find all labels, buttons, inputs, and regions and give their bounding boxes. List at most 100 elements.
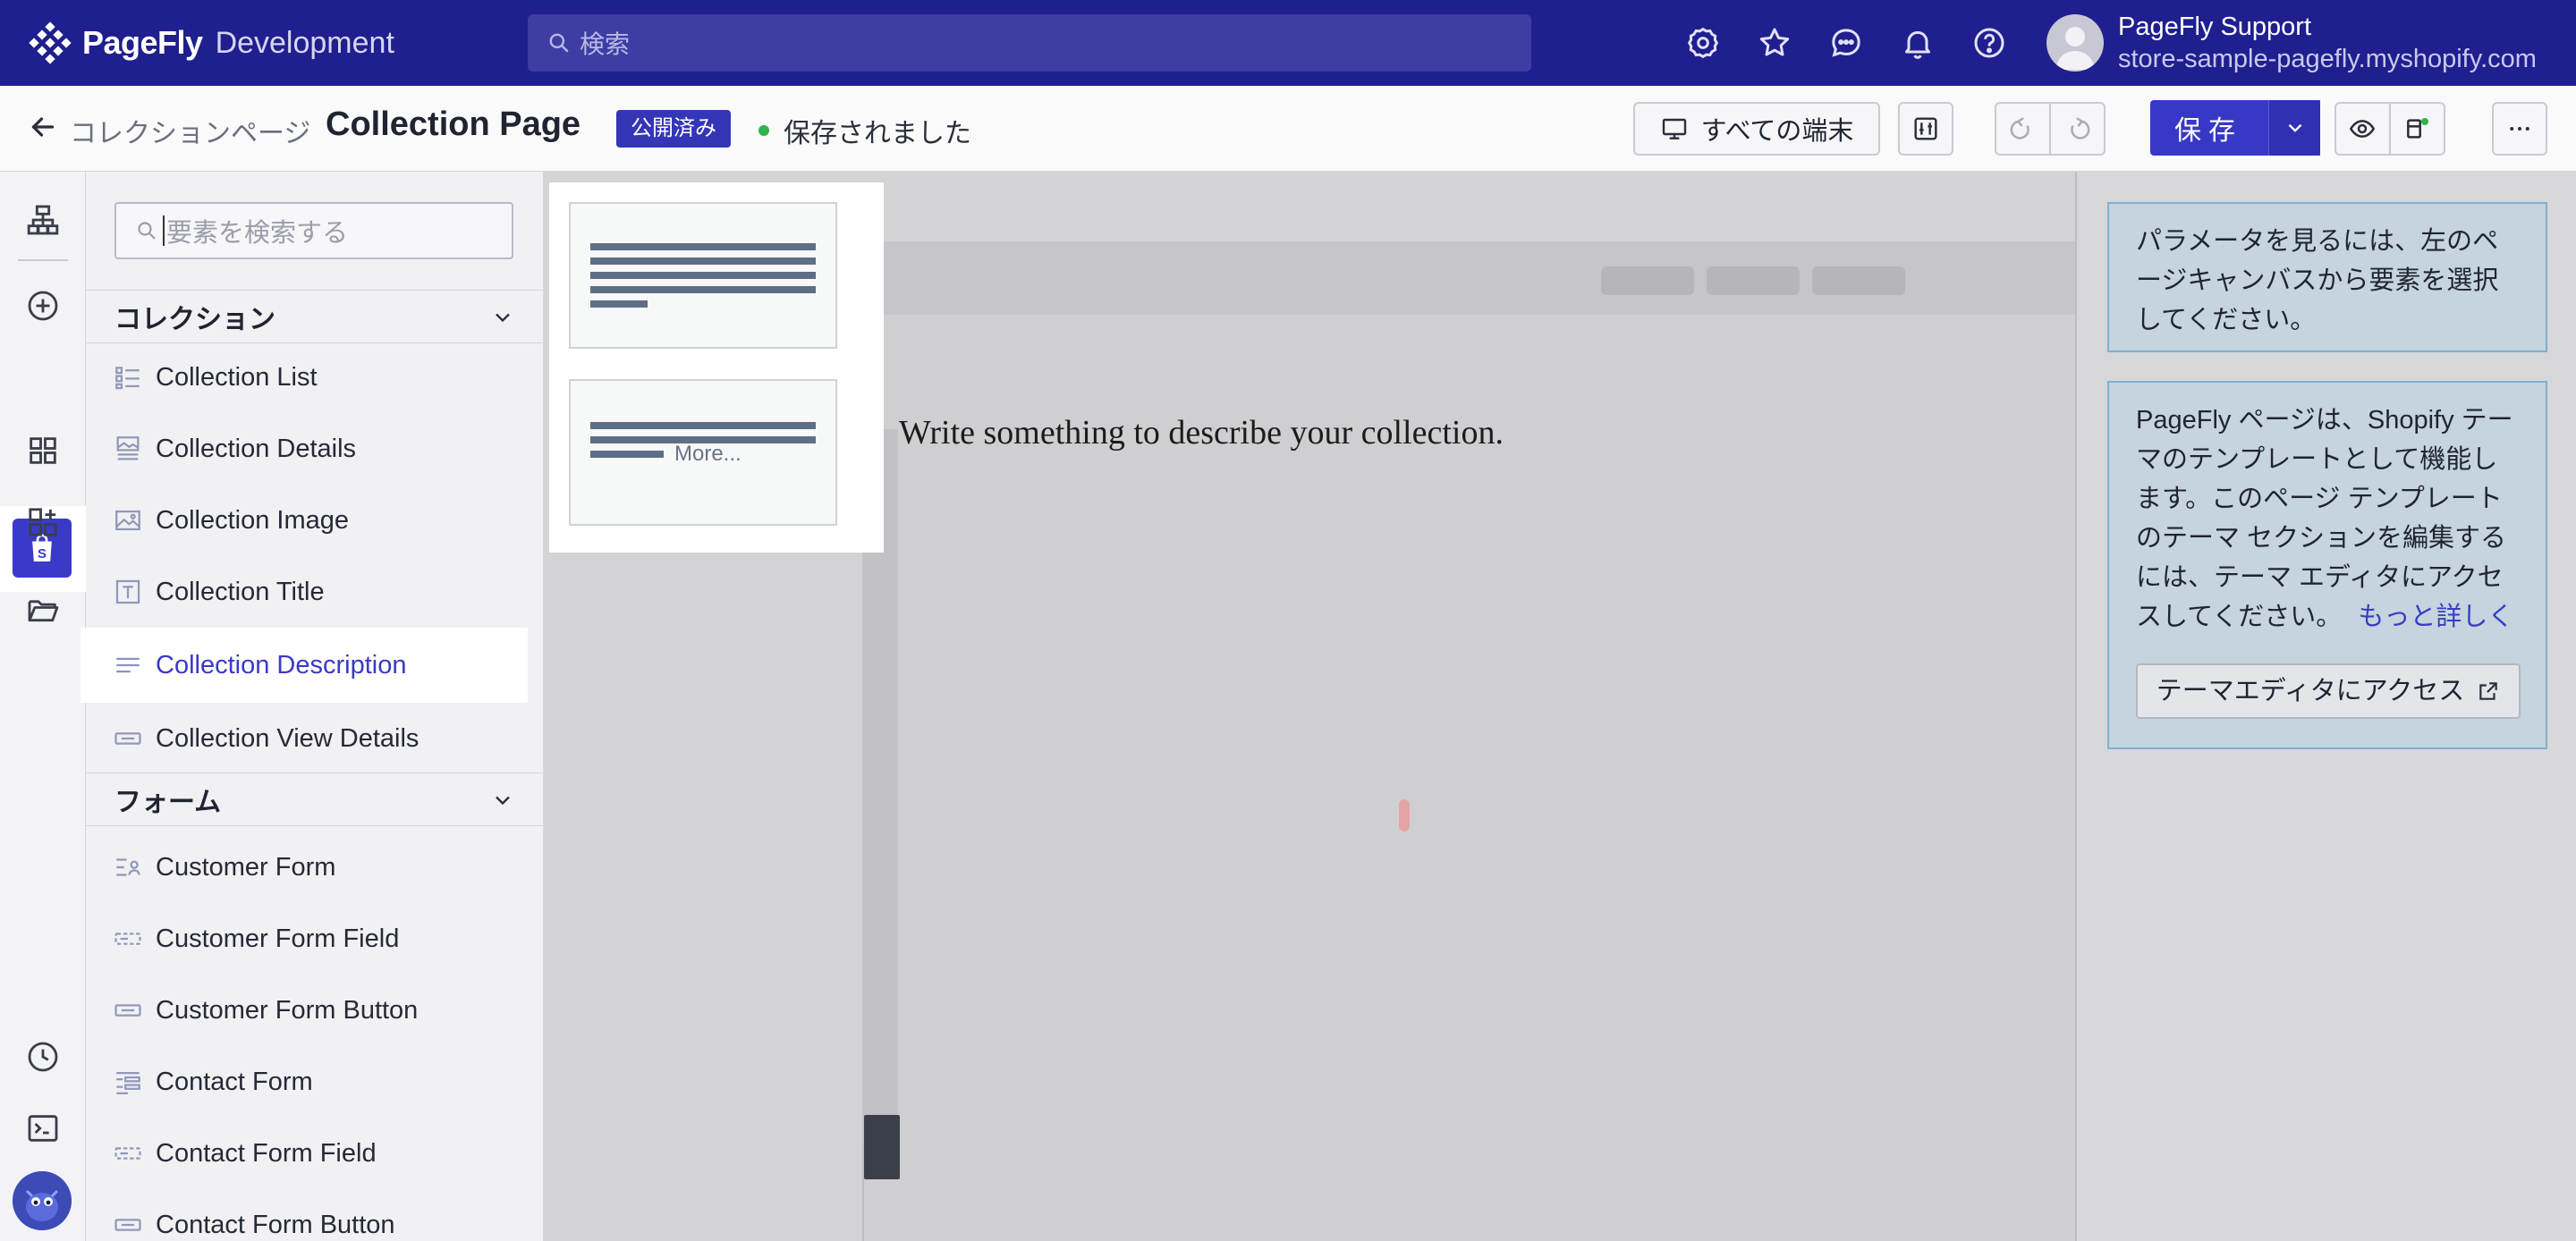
- description-variant-truncated[interactable]: More...: [569, 379, 837, 526]
- contact-form-icon: [116, 1071, 140, 1094]
- more-options-button[interactable]: [2492, 102, 2547, 156]
- history-clock-icon[interactable]: [25, 1039, 61, 1075]
- element-label: Collection Details: [156, 434, 357, 463]
- bell-icon[interactable]: [1900, 25, 1936, 61]
- element-item-collection-image[interactable]: Collection Image: [86, 485, 544, 556]
- preview-divider: [2389, 102, 2391, 156]
- customer-form-icon: [116, 858, 140, 876]
- global-search-input[interactable]: 検索: [528, 14, 1531, 72]
- mascot-icon: [13, 1171, 72, 1230]
- page-outline-tree-icon[interactable]: [25, 202, 61, 238]
- element-variants-popover: More...: [549, 182, 884, 553]
- publish-status-icon[interactable]: [2403, 114, 2432, 143]
- search-icon: [138, 222, 156, 240]
- description-variant-full[interactable]: [569, 202, 837, 349]
- canvas-preview-header: [864, 241, 2077, 315]
- brand-name: PageFly: [82, 24, 203, 61]
- text-line-placeholder: [590, 300, 648, 308]
- device-select-label: すべての端末: [1700, 117, 1854, 146]
- save-status: 保存されました: [758, 111, 971, 150]
- account-store[interactable]: store-sample-pagefly.myshopify.com: [2118, 45, 2537, 74]
- undo-redo-divider: [2049, 102, 2051, 156]
- apps-integrations-icon[interactable]: [25, 504, 61, 540]
- element-label: Contact Form Button: [156, 1210, 395, 1239]
- element-item-collection-list[interactable]: Collection List: [86, 342, 544, 413]
- element-item-collection-details[interactable]: Collection Details: [86, 413, 544, 485]
- text-line-placeholder: [590, 451, 664, 458]
- element-search-placeholder: 要素を検索する: [166, 219, 349, 248]
- theme-template-info-text: PageFly ページは、Shopify テーマのテンプレートとして機能します。…: [2136, 406, 2513, 631]
- search-icon: [549, 33, 569, 53]
- user-avatar[interactable]: [2046, 14, 2104, 72]
- breadcrumb[interactable]: コレクションページ: [70, 111, 310, 150]
- text-cursor: [163, 215, 165, 246]
- save-options-dropdown[interactable]: [2268, 100, 2320, 156]
- element-label: Collection View Details: [156, 723, 419, 753]
- settings-sliders-button[interactable]: [1898, 102, 1953, 156]
- element-label: Collection Description: [156, 650, 407, 680]
- canvas-nav-placeholder: [1812, 266, 1905, 295]
- text-line-placeholder: [590, 243, 816, 250]
- code-terminal-icon[interactable]: [25, 1110, 61, 1146]
- text-line-placeholder: [590, 272, 816, 279]
- image-icon: [115, 510, 140, 531]
- element-item-contact-form[interactable]: Contact Form: [86, 1046, 544, 1118]
- preview-group: [2334, 102, 2445, 156]
- element-label: Customer Form Field: [156, 924, 400, 953]
- top-navigation-bar: PageFly Development 検索 PageFly Support s…: [0, 0, 2576, 86]
- chevron-down-icon: [496, 313, 510, 323]
- button-icon: [114, 1219, 141, 1231]
- element-item-collection-view-details[interactable]: Collection View Details: [86, 703, 544, 774]
- element-item-customer-form-button[interactable]: Customer Form Button: [86, 975, 544, 1046]
- chat-icon[interactable]: [1828, 25, 1864, 61]
- desktop-icon: [1662, 118, 1686, 139]
- saved-status-dot: [758, 125, 769, 136]
- text-line-placeholder: [590, 286, 816, 293]
- elements-panel: 要素を検索する コレクション Collection List Collectio…: [80, 172, 544, 1241]
- canvas-page-preview[interactable]: [862, 241, 2077, 1241]
- device-select-button[interactable]: すべての端末: [1633, 102, 1880, 156]
- open-theme-editor-button[interactable]: テーマエディタにアクセス: [2136, 663, 2521, 719]
- settings-gear-icon[interactable]: [1685, 25, 1721, 61]
- select-element-hint: パラメータを見るには、左のページキャンバスから要素を選択してください。: [2107, 202, 2547, 352]
- list-icon: [115, 367, 140, 390]
- inspector-panel: パラメータを見るには、左のページキャンバスから要素を選択してください。 Page…: [2075, 172, 2576, 1241]
- element-label: Collection Image: [156, 505, 349, 535]
- folder-open-icon[interactable]: [25, 592, 61, 628]
- add-element-icon[interactable]: [25, 288, 61, 324]
- section-header-form[interactable]: フォーム: [86, 772, 544, 826]
- element-item-contact-form-field[interactable]: Contact Form Field: [86, 1118, 544, 1189]
- element-label: Collection List: [156, 362, 318, 392]
- saved-status-text: 保存されました: [784, 119, 971, 148]
- element-label: Customer Form: [156, 852, 336, 882]
- title-text-icon: [115, 579, 140, 604]
- star-icon[interactable]: [1757, 25, 1792, 61]
- eye-preview-icon[interactable]: [2348, 114, 2377, 143]
- section-title: コレクション: [114, 305, 275, 334]
- sections-grid-icon[interactable]: [25, 433, 61, 469]
- element-item-customer-form[interactable]: Customer Form: [86, 832, 544, 903]
- status-badge: 公開済み: [616, 110, 731, 148]
- element-item-contact-form-button[interactable]: Contact Form Button: [86, 1189, 544, 1241]
- user-silhouette-icon: [2055, 27, 2095, 70]
- theme-template-info: PageFly ページは、Shopify テーマのテンプレートとして機能します。…: [2107, 381, 2547, 749]
- save-button-label: 保存: [2174, 116, 2242, 146]
- page-title[interactable]: Collection Page: [326, 106, 580, 144]
- mascot-avatar[interactable]: [13, 1171, 72, 1230]
- element-item-collection-title[interactable]: Collection Title: [86, 556, 544, 628]
- page-header: コレクションページ Collection Page 公開済み 保存されました す…: [0, 86, 2576, 172]
- element-item-customer-form-field[interactable]: Customer Form Field: [86, 903, 544, 975]
- element-search-input[interactable]: 要素を検索する: [114, 202, 513, 259]
- account-name[interactable]: PageFly Support: [2118, 13, 2311, 42]
- back-arrow-icon[interactable]: [27, 111, 59, 143]
- section-header-collection[interactable]: コレクション: [86, 290, 544, 343]
- element-label: Customer Form Button: [156, 995, 419, 1025]
- undo-icon[interactable]: [2008, 115, 2035, 142]
- image-details-icon: [116, 436, 140, 460]
- help-icon[interactable]: [1971, 25, 2007, 61]
- brand[interactable]: PageFly Development: [29, 21, 394, 64]
- element-label: Contact Form Field: [156, 1138, 377, 1168]
- learn-more-link[interactable]: もっと詳しく: [2358, 603, 2513, 631]
- redo-icon[interactable]: [2065, 115, 2092, 142]
- element-item-collection-description[interactable]: Collection Description: [80, 628, 528, 703]
